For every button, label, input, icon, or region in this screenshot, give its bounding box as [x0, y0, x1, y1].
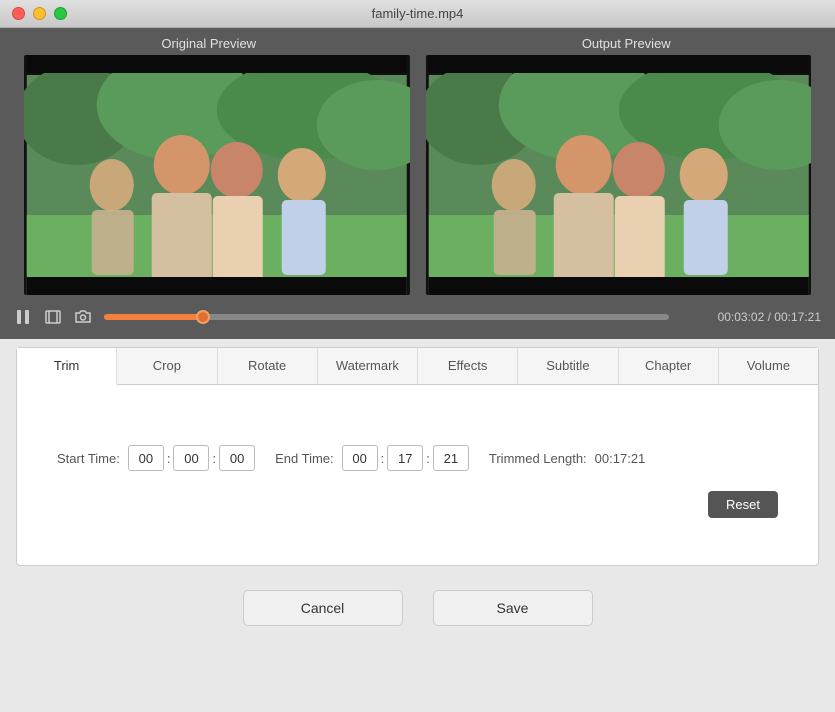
start-second-input[interactable] [219, 445, 255, 471]
trimmed-length-label: Trimmed Length: [489, 451, 587, 466]
tab-crop[interactable]: Crop [117, 348, 217, 384]
start-sep2: : [211, 451, 217, 466]
end-sep2: : [425, 451, 431, 466]
tab-subtitle[interactable]: Subtitle [518, 348, 618, 384]
original-preview-label: Original Preview [0, 36, 418, 51]
reset-btn-row: Reset [37, 471, 798, 528]
video-previews [0, 55, 835, 295]
titlebar: family-time.mp4 [0, 0, 835, 28]
tabs-section: Trim Crop Rotate Watermark Effects Subti… [16, 347, 819, 566]
trim-content: Start Time: : : End Time: : : [17, 385, 818, 565]
tab-watermark[interactable]: Watermark [318, 348, 418, 384]
progress-thumb[interactable] [196, 310, 210, 324]
output-video-frame [426, 55, 812, 295]
output-preview [426, 55, 812, 295]
reset-button[interactable]: Reset [708, 491, 778, 518]
window-controls[interactable] [12, 7, 67, 20]
close-button[interactable] [12, 7, 25, 20]
start-minute-input[interactable] [173, 445, 209, 471]
pause-button[interactable] [14, 308, 32, 326]
tab-chapter[interactable]: Chapter [619, 348, 719, 384]
start-time-inputs: : : [128, 445, 255, 471]
end-second-input[interactable] [433, 445, 469, 471]
controls-bar: 00:03:02 / 00:17:21 [0, 295, 835, 339]
original-video-frame [24, 55, 410, 295]
output-preview-label: Output Preview [418, 36, 835, 51]
end-time-inputs: : : [342, 445, 469, 471]
start-time-label: Start Time: [57, 451, 120, 466]
start-hour-input[interactable] [128, 445, 164, 471]
original-preview [24, 55, 410, 295]
tab-effects[interactable]: Effects [418, 348, 518, 384]
progress-fill [104, 314, 203, 320]
save-button[interactable]: Save [433, 590, 593, 626]
video-section: Original Preview Output Preview [0, 28, 835, 339]
window-title: family-time.mp4 [372, 6, 464, 21]
frame-button[interactable] [44, 308, 62, 326]
bottom-buttons: Cancel Save [0, 574, 835, 642]
end-time-label: End Time: [275, 451, 334, 466]
start-sep1: : [166, 451, 172, 466]
end-minute-input[interactable] [387, 445, 423, 471]
tab-trim[interactable]: Trim [17, 348, 117, 385]
trim-row: Start Time: : : End Time: : : [37, 445, 798, 471]
time-display: 00:03:02 / 00:17:21 [681, 310, 821, 324]
cancel-button[interactable]: Cancel [243, 590, 403, 626]
end-time-group: End Time: : : [275, 445, 469, 471]
maximize-button[interactable] [54, 7, 67, 20]
progress-bar[interactable] [104, 314, 669, 320]
trimmed-length-group: Trimmed Length: 00:17:21 [489, 451, 645, 466]
tabs-header: Trim Crop Rotate Watermark Effects Subti… [17, 348, 818, 385]
tab-rotate[interactable]: Rotate [218, 348, 318, 384]
end-hour-input[interactable] [342, 445, 378, 471]
screenshot-button[interactable] [74, 308, 92, 326]
start-time-group: Start Time: : : [57, 445, 255, 471]
end-sep1: : [380, 451, 386, 466]
video-labels: Original Preview Output Preview [0, 28, 835, 55]
minimize-button[interactable] [33, 7, 46, 20]
trimmed-length-value: 00:17:21 [595, 451, 646, 466]
tab-volume[interactable]: Volume [719, 348, 818, 384]
